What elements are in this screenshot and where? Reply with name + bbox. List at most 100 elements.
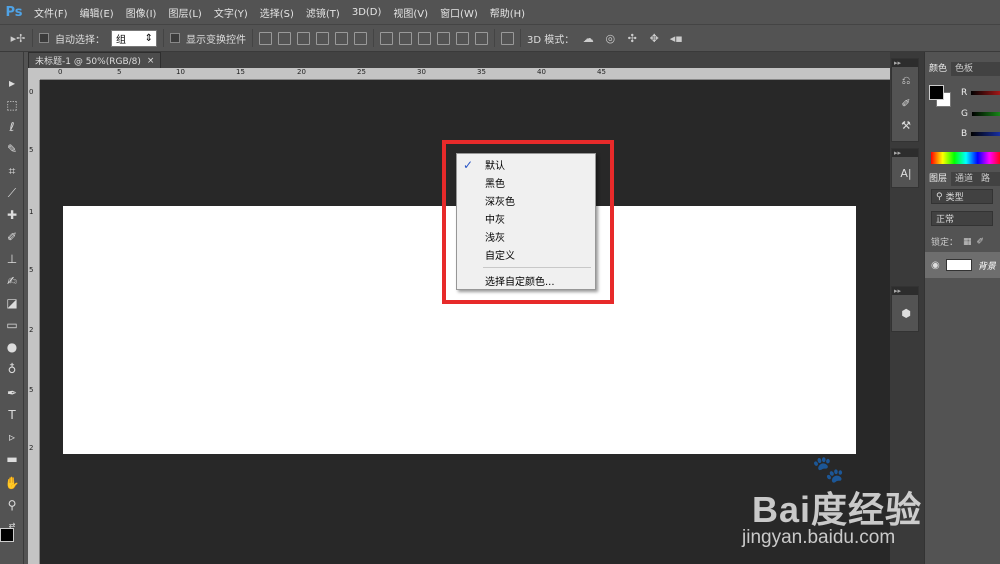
horizontal-ruler[interactable]: 0 5 10 15 20 25 30 35 40 45 <box>40 68 890 80</box>
lock-row: 锁定： ▦ ✐ <box>931 235 985 249</box>
green-slider[interactable]: G <box>961 109 1000 119</box>
shape-tool-icon[interactable]: ▬ <box>3 450 21 468</box>
blend-mode-select[interactable]: 正常 <box>931 211 993 226</box>
tool-presets-panel-icon[interactable]: ⚒ <box>896 115 916 135</box>
red-slider-track[interactable] <box>971 91 1000 95</box>
align-bottom-icon[interactable] <box>297 31 310 45</box>
menu-view[interactable]: 视图(V) <box>387 5 434 20</box>
distribute-hcenter-icon[interactable] <box>456 31 469 45</box>
history-brush-tool-icon[interactable]: ✍ <box>3 272 21 290</box>
red-channel-label: R <box>961 88 968 98</box>
menu-help[interactable]: 帮助(H) <box>484 5 531 20</box>
path-select-tool-icon[interactable]: ▹ <box>3 428 21 446</box>
layer-thumbnail <box>945 259 972 271</box>
3d-drag-icon[interactable]: ✣ <box>624 30 640 46</box>
show-transform-checkbox[interactable] <box>170 33 180 43</box>
watermark-url: jingyan.baidu.com <box>742 527 896 548</box>
tab-layers[interactable]: 图层 <box>925 172 952 186</box>
move-tool-preset-icon[interactable]: ▸✢ <box>10 30 26 46</box>
document-tab[interactable]: 未标题-1 @ 50%(RGB/8) × <box>28 52 162 68</box>
foreground-color-swatch[interactable] <box>0 528 14 542</box>
tab-paths[interactable]: 路 <box>977 172 994 186</box>
layers-panel-tabs: 图层 通道 路 <box>925 172 1000 186</box>
layer-name: 背景 <box>977 261 996 272</box>
hand-tool-icon[interactable]: ✋ <box>3 474 21 492</box>
pen-tool-icon[interactable]: ✒ <box>3 384 21 402</box>
blue-slider[interactable]: B <box>961 129 1000 139</box>
brush-tool-icon[interactable]: ✐ <box>3 228 21 246</box>
collapse-dock-icon[interactable]: ▸▸ <box>892 149 918 157</box>
3d-roll-icon[interactable]: ◎ <box>602 30 618 46</box>
menu-layer[interactable]: 图层(L) <box>162 5 207 20</box>
lock-label: 锁定： <box>931 238 959 248</box>
3d-scale-icon[interactable]: ◂▪ <box>668 30 684 46</box>
clone-stamp-tool-icon[interactable]: ⊥ <box>3 250 21 268</box>
history-panel-icon[interactable]: ⎌ <box>896 71 916 91</box>
brush-presets-panel-icon[interactable]: ✐ <box>896 93 916 113</box>
color-spectrum[interactable] <box>931 152 1000 164</box>
lasso-tool-icon[interactable]: ℓ <box>3 118 21 136</box>
search-icon: ⚲ <box>936 191 943 202</box>
green-slider-track[interactable] <box>971 112 1000 116</box>
vertical-ruler[interactable]: 0 5 1 5 2 5 2 <box>28 80 40 564</box>
menu-filter[interactable]: 滤镜(T) <box>300 5 346 20</box>
auto-select-dropdown[interactable]: 组 ⇕ <box>111 29 157 47</box>
menu-window[interactable]: 窗口(W) <box>434 5 484 20</box>
3d-slide-icon[interactable]: ✥ <box>646 30 662 46</box>
align-left-icon[interactable] <box>316 31 329 45</box>
move-tool-icon[interactable]: ▸ <box>3 74 21 92</box>
character-panel-icon[interactable]: A| <box>896 163 916 183</box>
eyedropper-tool-icon[interactable]: ⟋ <box>3 184 21 202</box>
ruler-tick-label: 5 <box>29 146 34 154</box>
menu-edit[interactable]: 编辑(E) <box>74 5 120 20</box>
blue-slider-track[interactable] <box>971 132 1000 136</box>
foreground-swatch[interactable] <box>929 85 944 100</box>
menu-file[interactable]: 文件(F) <box>28 5 74 20</box>
menu-select[interactable]: 选择(S) <box>254 5 300 20</box>
lock-pixels-icon[interactable]: ✐ <box>977 237 985 247</box>
zoom-tool-icon[interactable]: ⚲ <box>3 496 21 514</box>
eraser-tool-icon[interactable]: ◪ <box>3 294 21 312</box>
distribute-vcenter-icon[interactable] <box>399 31 412 45</box>
align-top-icon[interactable] <box>259 31 272 45</box>
auto-select-checkbox[interactable] <box>39 33 49 43</box>
3d-mode-label: 3D 模式： <box>527 34 575 46</box>
collapse-dock-icon[interactable]: ▸▸ <box>892 287 918 295</box>
quick-select-tool-icon[interactable]: ✎ <box>3 140 21 158</box>
blur-tool-icon[interactable]: ● <box>3 338 21 356</box>
menu-image[interactable]: 图像(I) <box>120 5 163 20</box>
layer-row-background[interactable]: ◉ 背景 <box>925 252 1000 278</box>
ruler-tick-label: 2 <box>29 326 34 334</box>
eye-icon[interactable]: ◉ <box>931 260 940 271</box>
3d-rotate-icon[interactable]: ☁ <box>580 30 596 46</box>
align-right-icon[interactable] <box>354 31 367 45</box>
layer-filter-value: 类型 <box>945 193 964 203</box>
auto-align-layers-icon[interactable] <box>501 31 514 45</box>
align-vcenter-icon[interactable] <box>278 31 291 45</box>
type-tool-icon[interactable]: T <box>3 406 21 424</box>
menu-type[interactable]: 文字(Y) <box>208 5 254 20</box>
distribute-top-icon[interactable] <box>380 31 393 45</box>
close-tab-icon[interactable]: × <box>147 56 155 66</box>
align-hcenter-icon[interactable] <box>335 31 348 45</box>
collapse-dock-icon[interactable]: ▸▸ <box>892 59 918 67</box>
healing-brush-tool-icon[interactable]: ✚ <box>3 206 21 224</box>
ruler-tick-label: 40 <box>537 68 546 76</box>
3d-panel-icon[interactable]: ⬢ <box>896 303 916 323</box>
dodge-tool-icon[interactable]: ♁ <box>3 360 21 378</box>
tab-swatches[interactable]: 色板 <box>951 62 977 76</box>
marquee-tool-icon[interactable]: ⬚ <box>3 96 21 114</box>
lock-transparent-icon[interactable]: ▦ <box>963 237 972 247</box>
tab-color[interactable]: 颜色 <box>925 62 952 76</box>
distribute-left-icon[interactable] <box>437 31 450 45</box>
distribute-right-icon[interactable] <box>475 31 488 45</box>
crop-tool-icon[interactable]: ⌗ <box>3 162 21 180</box>
ruler-tick-label: 1 <box>29 208 34 216</box>
red-slider[interactable]: R <box>961 88 1000 98</box>
layer-filter-select[interactable]: ⚲ 类型 <box>931 189 993 204</box>
menu-3d[interactable]: 3D(D) <box>346 7 388 18</box>
distribute-bottom-icon[interactable] <box>418 31 431 45</box>
gradient-tool-icon[interactable]: ▭ <box>3 316 21 334</box>
tab-channels[interactable]: 通道 <box>951 172 977 186</box>
ruler-origin[interactable] <box>28 68 40 80</box>
